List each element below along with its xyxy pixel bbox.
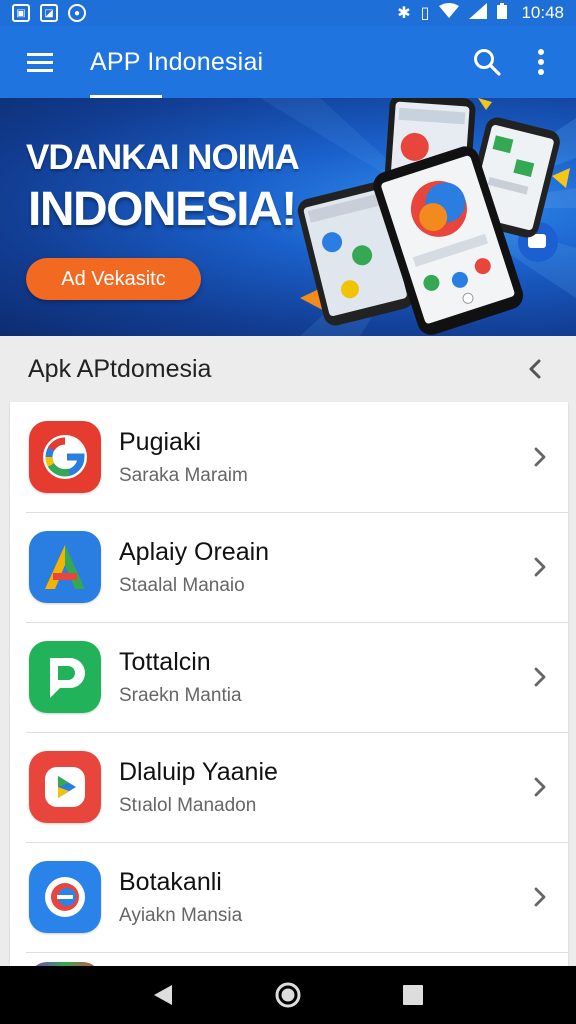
banner-cta-button[interactable]: Ad Vekasitc (26, 258, 201, 300)
system-nav-bar (0, 966, 576, 1024)
circle-e-icon (29, 861, 101, 933)
chevron-right-icon (520, 557, 560, 577)
chevron-right-icon (520, 447, 560, 467)
chevron-right-icon (520, 887, 560, 907)
section-header: Apk APtdomesia (0, 336, 576, 402)
list-item[interactable]: Pugiaki Saraka Maraim (10, 402, 568, 512)
chevron-left-icon (529, 359, 541, 379)
banner-headline-2: INDONESIA! (28, 183, 297, 236)
more-vert-icon (538, 49, 544, 75)
play-icon (29, 751, 101, 823)
list-item-text: Aplaiy Oreain Staalal Manaio (119, 538, 520, 597)
list-item[interactable]: Aplaiy Oreain Staalal Manaio (10, 512, 568, 622)
collapse-button[interactable] (520, 354, 550, 384)
status-left-icons: ▣ ◪ ● (12, 4, 86, 22)
search-icon (474, 49, 501, 76)
chevron-right-icon (520, 777, 560, 797)
wifi-icon (439, 2, 460, 24)
app-name: Pugiaki (119, 427, 201, 456)
vibrate-icon: ▯ (420, 5, 430, 22)
app-subtitle: Sraekn Mantia (119, 684, 242, 706)
menu-icon (27, 53, 53, 72)
g-logo-icon (29, 421, 101, 493)
gallery-icon: ▣ (12, 4, 30, 22)
phones-illustration (297, 98, 570, 335)
app-subtitle: Stıalol Manadon (119, 794, 257, 816)
title-tab[interactable]: APP Indonesiai (80, 26, 273, 98)
app-bar: APP Indonesiai (0, 26, 576, 98)
search-button[interactable] (460, 26, 514, 98)
status-bar: ▣ ◪ ● ✱ ▯ 10:48 (0, 0, 576, 26)
list-item[interactable]: Dlaluip Yaanie Stıalol Manadon (10, 732, 568, 842)
app-name: Botakanli (119, 867, 222, 896)
more-options-button[interactable] (514, 26, 568, 98)
home-button[interactable] (268, 975, 308, 1015)
banner-headline-1: VDANKAI NOIMA (26, 138, 300, 177)
section-title: Apk APtdomesia (28, 354, 212, 383)
image-icon: ◪ (40, 4, 58, 22)
chevron-right-icon (520, 667, 560, 687)
back-button[interactable] (143, 975, 183, 1015)
app-subtitle: Staalal Manaio (119, 574, 245, 596)
list-item[interactable]: Tottalcin Sraekn Mantia (10, 622, 568, 732)
bluetooth-icon: ✱ (397, 5, 411, 22)
app-list: Pugiaki Saraka Maraim Aplaiy Oreain Staa… (10, 402, 568, 966)
back-triangle-icon (153, 985, 172, 1005)
list-item-text: Tottalcin Sraekn Mantia (119, 648, 520, 707)
app-name: Dlaluip Yaanie (119, 757, 278, 786)
menu-button[interactable] (0, 26, 80, 98)
list-item[interactable] (10, 952, 568, 966)
recents-button[interactable] (393, 975, 433, 1015)
battery-icon (497, 2, 508, 24)
list-item-text: Dlaluip Yaanie Stıalol Manadon (119, 758, 520, 817)
app-subtitle: Saraka Maraim (119, 464, 248, 486)
home-circle-icon (275, 982, 301, 1008)
app-subtitle: Ayiakn Mansia (119, 904, 243, 926)
notification-circle-icon: ● (68, 4, 86, 22)
list-item-text: Botakanli Ayiakn Mansia (119, 868, 520, 927)
list-item-text: Pugiaki Saraka Maraim (119, 428, 520, 487)
chat-d-icon (29, 641, 101, 713)
clock: 10:48 (521, 3, 564, 22)
status-right-icons: ✱ ▯ 10:48 (397, 2, 564, 24)
app-name: Tottalcin (119, 647, 211, 676)
signal-icon (469, 2, 488, 24)
a-logo-icon (29, 531, 101, 603)
promo-banner[interactable]: VDANKAI NOIMA INDONESIA! Ad Vekasitc (0, 98, 576, 336)
list-item[interactable]: Botakanli Ayiakn Mansia (10, 842, 568, 952)
app-name: Aplaiy Oreain (119, 537, 270, 566)
app-title: APP Indonesiai (90, 47, 264, 76)
recents-square-icon (403, 985, 424, 1005)
